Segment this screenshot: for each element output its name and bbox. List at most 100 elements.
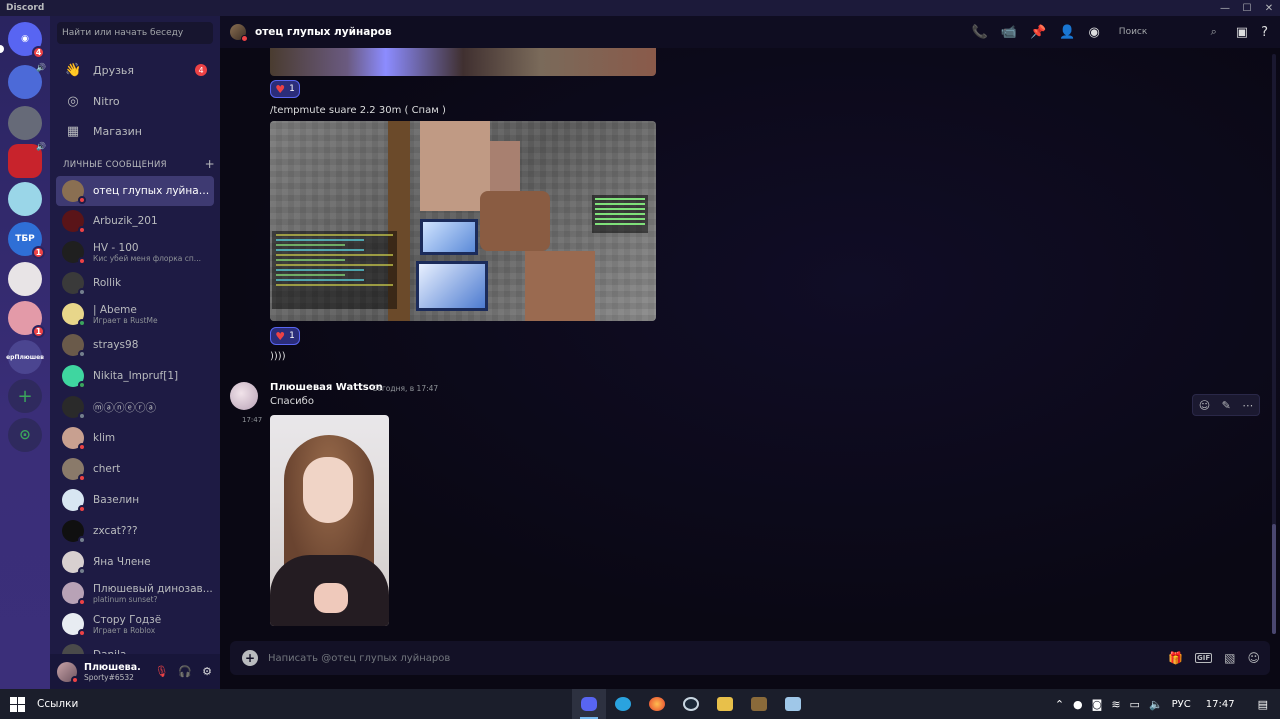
dm-name: HV - 100 bbox=[93, 241, 139, 254]
dm-name: zxcat??? bbox=[93, 525, 138, 537]
image-attachment-previous[interactable] bbox=[270, 48, 656, 76]
author-avatar[interactable] bbox=[230, 382, 258, 410]
more-options-icon[interactable]: ⋯ bbox=[1242, 399, 1253, 412]
dm-item[interactable]: отец глупых луйнаров bbox=[56, 176, 214, 206]
taskbar-steam-icon[interactable] bbox=[674, 689, 708, 719]
explore-servers-button[interactable]: ⊙ bbox=[8, 418, 42, 452]
mic-muted-icon[interactable]: 🎙 bbox=[154, 665, 168, 678]
close-button[interactable]: ✕ bbox=[1258, 3, 1280, 14]
gift-icon[interactable]: 🎁 bbox=[1168, 651, 1183, 665]
dm-name: strays98 bbox=[93, 339, 139, 351]
status-indicator bbox=[78, 412, 86, 420]
input-language[interactable]: РУС bbox=[1172, 699, 1191, 710]
help-icon[interactable]: ? bbox=[1261, 25, 1268, 40]
find-conversation-button[interactable]: Найти или начать беседу bbox=[57, 22, 213, 44]
battery-icon[interactable]: ▭ bbox=[1130, 698, 1140, 711]
edit-icon[interactable]: ✎ bbox=[1222, 399, 1231, 412]
dm-item[interactable]: Стору Годзё Играет в Roblox bbox=[56, 609, 214, 639]
dm-item[interactable]: Rollik bbox=[56, 268, 214, 298]
user-avatar[interactable] bbox=[57, 661, 79, 684]
dm-item[interactable]: Вазелин bbox=[56, 485, 214, 515]
taskbar-discord-icon[interactable] bbox=[572, 689, 606, 719]
server-icon-3[interactable] bbox=[8, 106, 42, 140]
upload-plus-icon[interactable]: + bbox=[242, 650, 258, 666]
server-icon-7[interactable] bbox=[8, 262, 42, 296]
author-name[interactable]: Плюшевая Wattson bbox=[270, 382, 383, 393]
minecraft-screenshot-attachment[interactable] bbox=[270, 121, 656, 321]
dm-item[interactable]: zxcat??? bbox=[56, 516, 214, 546]
windows-start-icon[interactable] bbox=[10, 696, 26, 712]
discord-tray-icon[interactable]: ◙ bbox=[1092, 698, 1103, 711]
dm-item[interactable]: Яна Члене bbox=[56, 547, 214, 577]
pinned-messages-icon[interactable]: 📌 bbox=[1030, 25, 1046, 40]
sticker-icon[interactable]: ▧ bbox=[1224, 651, 1235, 665]
video-call-icon[interactable]: 📹 bbox=[1001, 25, 1017, 40]
server-icon-5[interactable] bbox=[8, 182, 42, 216]
dm-item[interactable]: strays98 bbox=[56, 330, 214, 360]
search-input[interactable]: Поиск ⌕ bbox=[1113, 22, 1223, 42]
add-server-button[interactable]: + bbox=[8, 379, 42, 413]
scrollbar-thumb[interactable] bbox=[1272, 524, 1276, 634]
dm-item[interactable]: Nikita_Impruf[1] bbox=[56, 361, 214, 391]
taskbar-telegram-icon[interactable] bbox=[606, 689, 640, 719]
dm-name: Вазелин bbox=[93, 494, 140, 506]
server-icon-8[interactable]: 1 bbox=[8, 301, 45, 338]
status-indicator bbox=[78, 319, 86, 327]
reaction-heart[interactable]: ♥ 1 bbox=[270, 327, 300, 345]
dm-activity: Кис убей меня флорка сп... bbox=[93, 253, 201, 263]
reaction-heart[interactable]: ♥ 1 bbox=[270, 80, 300, 98]
dm-avatar bbox=[62, 520, 86, 544]
inbox-icon[interactable]: ▣ bbox=[1236, 25, 1248, 40]
gif-button[interactable]: GIF bbox=[1195, 653, 1213, 663]
nav-nitro[interactable]: ◎ Nitro bbox=[57, 87, 213, 115]
minimize-button[interactable]: — bbox=[1214, 3, 1236, 14]
dm-item[interactable]: chert bbox=[56, 454, 214, 484]
dm-item[interactable]: Плюшевый динозав... platinum sunset? bbox=[56, 578, 214, 608]
dm-avatar bbox=[62, 241, 86, 265]
emoji-icon[interactable]: ☺ bbox=[1247, 651, 1260, 665]
taskbar-minecraft-icon[interactable] bbox=[742, 689, 776, 719]
message-input[interactable] bbox=[268, 652, 1128, 664]
user-profile-icon[interactable]: ◉ bbox=[1088, 25, 1099, 40]
notifications-icon[interactable]: ▤ bbox=[1258, 698, 1268, 711]
antivirus-tray-icon[interactable]: ● bbox=[1073, 698, 1083, 711]
server-icon-2[interactable]: 🔊 bbox=[8, 63, 46, 99]
home-button[interactable]: ◉ 4 bbox=[8, 22, 45, 59]
status-indicator bbox=[78, 629, 86, 637]
status-indicator bbox=[78, 536, 86, 544]
nav-shop[interactable]: ▦ Магазин bbox=[57, 117, 213, 145]
add-reaction-icon[interactable]: ☺ bbox=[1199, 399, 1210, 412]
status-dnd bbox=[241, 35, 248, 42]
server-icon-4[interactable]: 🔊 bbox=[8, 142, 46, 178]
maximize-button[interactable]: ☐ bbox=[1236, 3, 1258, 14]
scrollbar[interactable] bbox=[1272, 54, 1276, 634]
server-icon-9[interactable]: ерПлюшев bbox=[6, 340, 44, 374]
chat-header: отец глупых луйнаров 📞 📹 📌 👤 ◉ Поиск ⌕ ▣… bbox=[220, 16, 1280, 48]
settings-gear-icon[interactable]: ⚙ bbox=[202, 665, 212, 678]
voice-call-icon[interactable]: 📞 bbox=[972, 25, 988, 40]
dm-item[interactable]: klim bbox=[56, 423, 214, 453]
message-timestamp: Сегодня, в 17:47 bbox=[372, 384, 439, 393]
volume-icon[interactable]: 🔈 bbox=[1149, 698, 1163, 711]
server-icon-6[interactable]: ТБР 1 bbox=[8, 222, 45, 259]
message-list: ♥ 1 /tempmute suare 2.2 30m ( Спам ) ♥ 1… bbox=[220, 48, 1280, 638]
taskbar-links-toolbar[interactable]: Ссылки bbox=[37, 698, 78, 710]
headset-deafened-icon[interactable]: 🎧 bbox=[178, 665, 192, 678]
taskbar-firefox-icon[interactable] bbox=[640, 689, 674, 719]
show-hidden-icons-icon[interactable]: ⌃ bbox=[1055, 698, 1064, 711]
create-dm-button[interactable]: + bbox=[205, 158, 215, 170]
add-friend-to-dm-icon[interactable]: 👤 bbox=[1059, 25, 1075, 40]
dm-item[interactable]: HV - 100 Кис убей меня флорка сп... bbox=[56, 237, 214, 267]
dm-item[interactable]: | Abeme Играет в RustMe bbox=[56, 299, 214, 329]
wifi-icon[interactable]: ≋ bbox=[1111, 698, 1120, 711]
dm-avatar bbox=[62, 365, 86, 389]
taskbar-clock[interactable]: 17:47 bbox=[1206, 699, 1235, 710]
dm-item[interactable]: ⓜⓐⓝⓔⓡⓐ bbox=[56, 392, 214, 422]
taskbar-notepad-icon[interactable] bbox=[776, 689, 810, 719]
reaction-count: 1 bbox=[289, 84, 295, 94]
nav-label: Магазин bbox=[93, 124, 142, 138]
nav-friends[interactable]: 👋 Друзья 4 bbox=[57, 56, 213, 84]
taskbar-file-explorer-icon[interactable] bbox=[708, 689, 742, 719]
photo-attachment[interactable] bbox=[270, 415, 389, 626]
dm-item[interactable]: Arbuzik_201 bbox=[56, 206, 214, 236]
